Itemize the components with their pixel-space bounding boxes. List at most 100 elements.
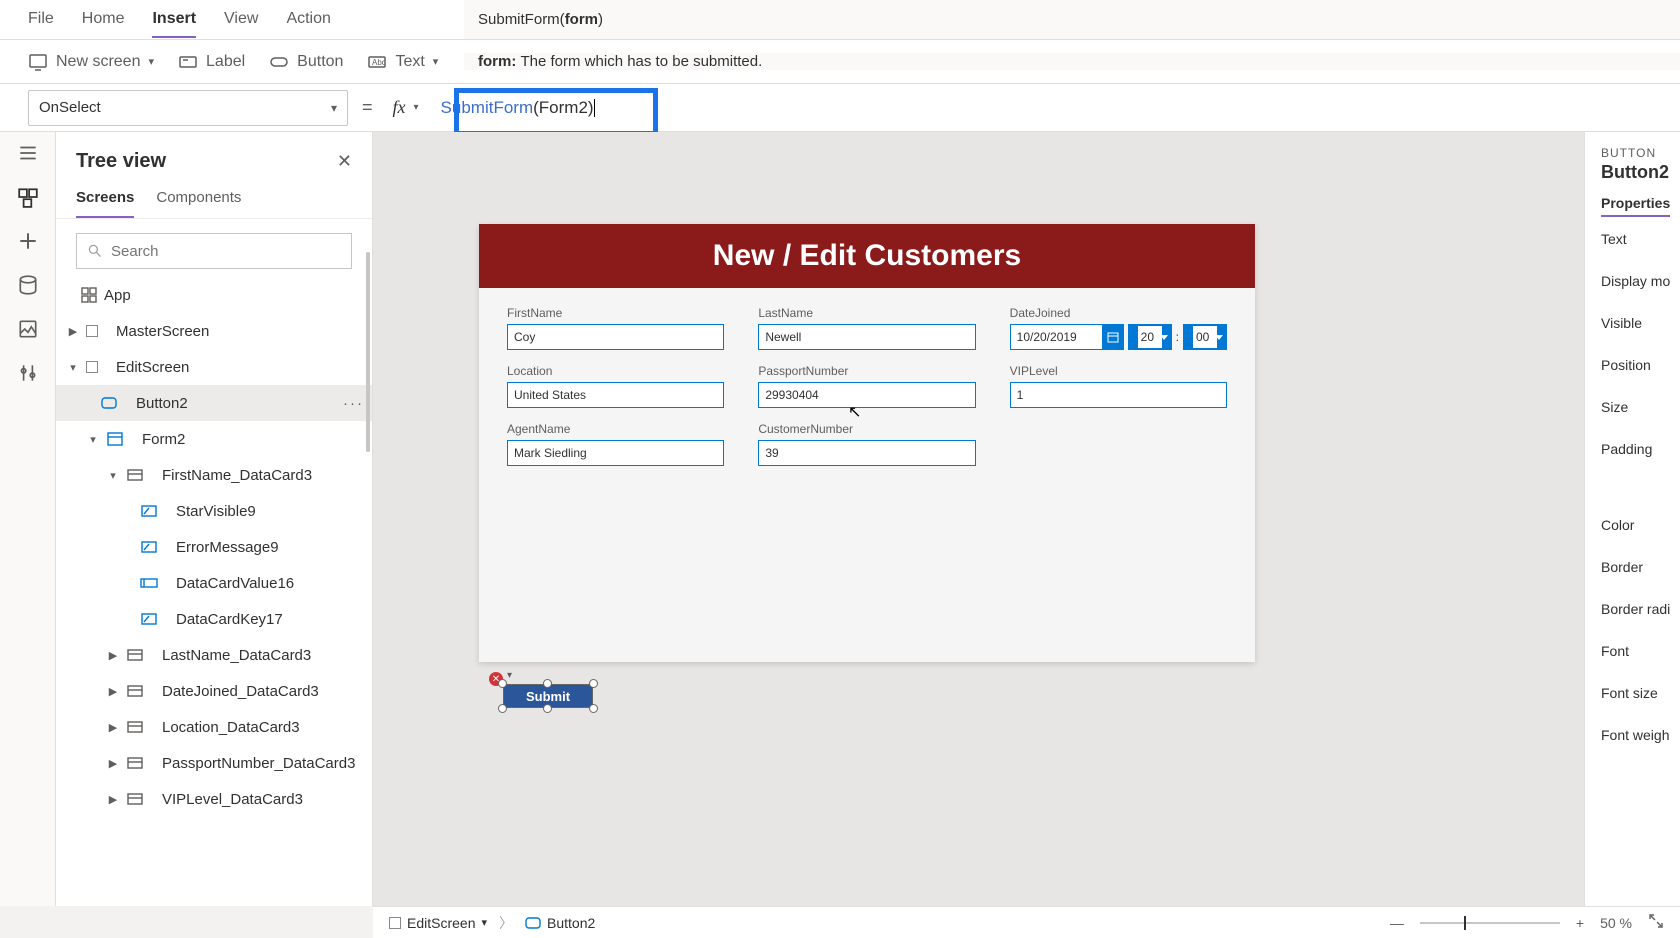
design-canvas[interactable]: New / Edit Customers FirstName LastName … xyxy=(373,132,1584,906)
date-box[interactable] xyxy=(1010,324,1124,350)
prop-font[interactable]: Font xyxy=(1601,643,1668,659)
tree-label: Location_DataCard3 xyxy=(162,719,300,736)
caret-right-icon[interactable]: ▶ xyxy=(106,757,120,770)
caret-right-icon[interactable]: ▶ xyxy=(66,325,80,338)
menu-home[interactable]: Home xyxy=(82,2,125,38)
prop-borderradius[interactable]: Border radi xyxy=(1601,601,1668,617)
tab-screens[interactable]: Screens xyxy=(76,181,134,218)
formula-bar: OnSelect ▾ = fx ▾ SubmitForm(Form2) xyxy=(0,84,1680,132)
fit-to-window-icon[interactable] xyxy=(1648,913,1664,932)
prop-color[interactable]: Color xyxy=(1601,517,1668,533)
prop-position[interactable]: Position xyxy=(1601,357,1668,373)
new-screen-button[interactable]: New screen ▾ xyxy=(28,52,154,72)
lastname-input[interactable] xyxy=(758,324,975,350)
tree-node-button2[interactable]: Button2··· xyxy=(56,385,372,421)
location-input[interactable] xyxy=(507,382,724,408)
data-icon[interactable] xyxy=(17,274,39,296)
properties-tab[interactable]: Properties xyxy=(1601,195,1670,217)
menu-action[interactable]: Action xyxy=(286,2,330,38)
tree-node-datacardkey[interactable]: DataCardKey17 xyxy=(56,601,372,637)
tree-node-lastname-dc[interactable]: ▶LastName_DataCard3 xyxy=(56,637,372,673)
resize-handle[interactable] xyxy=(498,704,507,713)
zoom-thumb[interactable] xyxy=(1464,916,1466,930)
resize-handle[interactable] xyxy=(589,679,598,688)
tree-node-firstname-dc[interactable]: ▾FirstName_DataCard3 xyxy=(56,457,372,493)
tree-node-errormessage[interactable]: ErrorMessage9 xyxy=(56,529,372,565)
caret-right-icon[interactable]: ▶ xyxy=(106,685,120,698)
search-icon xyxy=(87,243,103,259)
button-icon xyxy=(525,917,541,929)
tree-node-editscreen[interactable]: ▾EditScreen xyxy=(56,349,372,385)
menu-view[interactable]: View xyxy=(224,2,258,38)
resize-handle[interactable] xyxy=(589,704,598,713)
hour-value: 20 xyxy=(1138,326,1162,348)
selected-control[interactable]: ✕ ▾ Submit xyxy=(503,684,593,708)
caret-down-icon[interactable]: ▾ xyxy=(66,361,80,374)
tree-node-masterscreen[interactable]: ▶MasterScreen xyxy=(56,313,372,349)
tree-node-location-dc[interactable]: ▶ Location_DataCard3 xyxy=(56,709,372,745)
caret-down-icon[interactable]: ▾ xyxy=(106,469,120,482)
resize-handle[interactable] xyxy=(543,704,552,713)
breadcrumb-screen[interactable]: EditScreen ▾ xyxy=(389,915,487,931)
tree-node-passport-dc[interactable]: ▶PassportNumber_DataCard3 xyxy=(56,745,372,781)
tree-node-app[interactable]: App xyxy=(56,277,372,313)
screen-banner: New / Edit Customers xyxy=(479,224,1255,288)
tree-node-viplevel-dc[interactable]: ▶VIPLevel_DataCard3 xyxy=(56,781,372,817)
prop-visible[interactable]: Visible xyxy=(1601,315,1668,331)
hamburger-icon[interactable] xyxy=(17,142,39,164)
zoom-in-button[interactable]: + xyxy=(1576,915,1584,931)
chevron-down-icon: ▾ xyxy=(414,102,419,113)
tab-components[interactable]: Components xyxy=(156,181,241,218)
resize-handle[interactable] xyxy=(498,679,507,688)
prop-border[interactable]: Border xyxy=(1601,559,1668,575)
app-icon xyxy=(80,286,98,304)
agentname-input[interactable] xyxy=(507,440,724,466)
insert-pane-icon[interactable] xyxy=(17,230,39,252)
calendar-icon[interactable] xyxy=(1102,324,1124,350)
prop-fontsize[interactable]: Font size xyxy=(1601,685,1668,701)
zoom-slider[interactable] xyxy=(1420,922,1560,924)
prop-size[interactable]: Size xyxy=(1601,399,1668,415)
tree-node-starvisible[interactable]: StarVisible9 xyxy=(56,493,372,529)
insert-text-button[interactable]: Abc Text ▾ xyxy=(367,52,438,72)
resize-handle[interactable] xyxy=(543,679,552,688)
tree-node-form2[interactable]: ▾Form2 xyxy=(56,421,372,457)
minute-dropdown[interactable]: 00 xyxy=(1183,324,1227,350)
chevron-down-icon[interactable]: ▾ xyxy=(481,916,487,929)
intellisense-text: The form which has to be submitted. xyxy=(521,53,763,70)
prop-displaymode[interactable]: Display mo xyxy=(1601,273,1668,289)
close-icon[interactable]: ✕ xyxy=(337,151,352,172)
insert-button-button[interactable]: Button xyxy=(269,52,343,72)
customernumber-input[interactable] xyxy=(758,440,975,466)
form-icon xyxy=(106,430,124,448)
caret-right-icon[interactable]: ▶ xyxy=(106,649,120,662)
hour-dropdown[interactable]: 20 xyxy=(1128,324,1172,350)
chevron-down-icon[interactable]: ▾ xyxy=(507,670,512,681)
tree-view-icon[interactable] xyxy=(17,186,39,208)
viplevel-input[interactable] xyxy=(1010,382,1227,408)
tree-node-datejoined-dc[interactable]: ▶DateJoined_DataCard3 xyxy=(56,673,372,709)
menu-insert[interactable]: Insert xyxy=(152,2,196,38)
prop-fontweight[interactable]: Font weigh xyxy=(1601,727,1668,743)
passport-input[interactable] xyxy=(758,382,975,408)
insert-label-button[interactable]: Label xyxy=(178,52,245,72)
property-dropdown[interactable]: OnSelect ▾ xyxy=(28,90,348,126)
media-icon[interactable] xyxy=(17,318,39,340)
breadcrumb-control[interactable]: Button2 xyxy=(525,915,595,931)
fx-button[interactable]: fx ▾ xyxy=(387,97,419,118)
menu-file[interactable]: File xyxy=(28,2,54,38)
firstname-input[interactable] xyxy=(507,324,724,350)
zoom-out-button[interactable]: — xyxy=(1390,915,1404,931)
caret-right-icon[interactable]: ▶ xyxy=(106,793,120,806)
prop-text[interactable]: Text xyxy=(1601,231,1668,247)
formula-input[interactable]: SubmitForm(Form2) xyxy=(433,94,603,122)
tree-search-input[interactable] xyxy=(111,243,341,260)
tree-search[interactable] xyxy=(76,233,352,269)
caret-down-icon[interactable]: ▾ xyxy=(86,433,100,446)
tree-node-datacardvalue[interactable]: DataCardValue16 xyxy=(56,565,372,601)
advanced-tools-icon[interactable] xyxy=(17,362,39,384)
more-icon[interactable]: ··· xyxy=(343,395,364,412)
field-label: DateJoined xyxy=(1010,306,1227,320)
prop-padding[interactable]: Padding xyxy=(1601,441,1668,457)
caret-right-icon[interactable]: ▶ xyxy=(106,721,120,734)
